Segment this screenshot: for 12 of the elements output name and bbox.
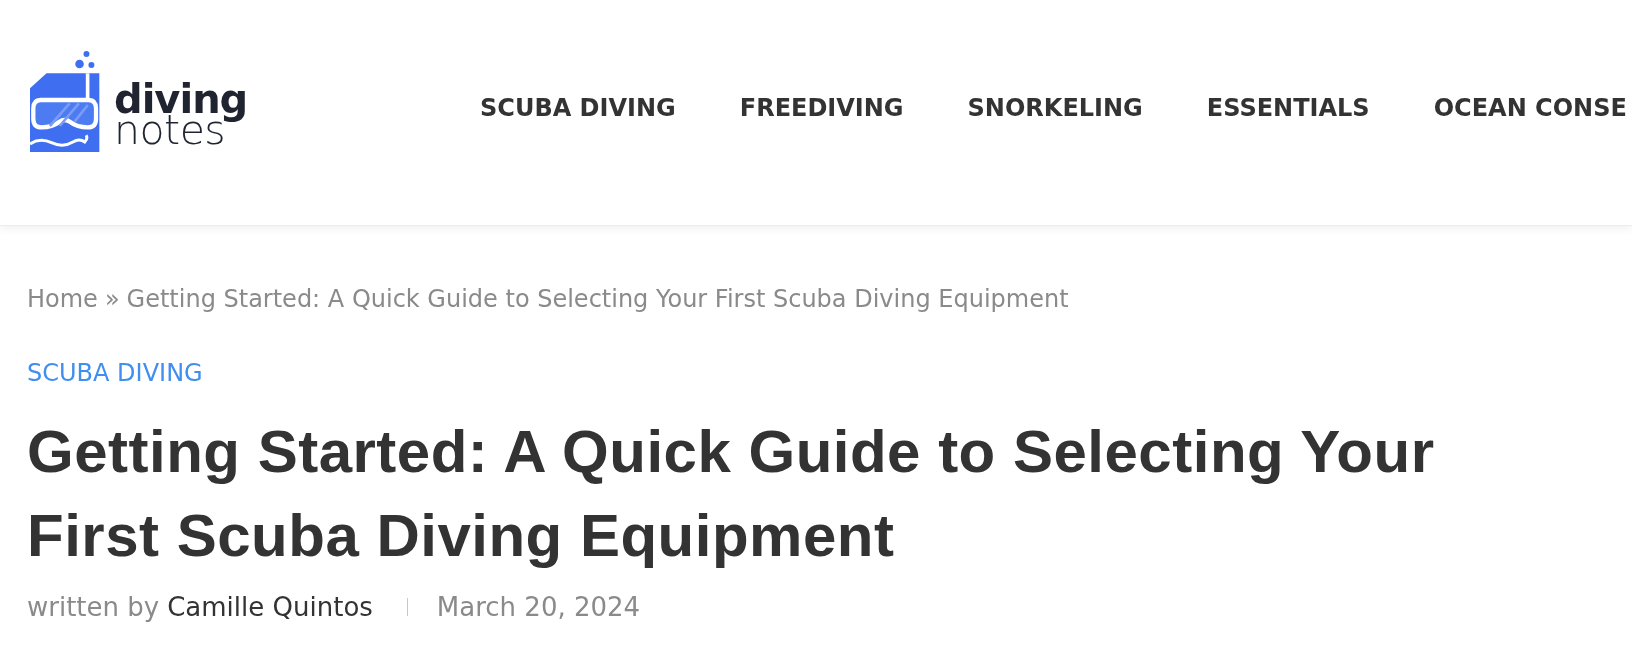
breadcrumb-current: Getting Started: A Quick Guide to Selecting Your First Scuba Diving Equipment [126,284,1069,315]
post-date: March 20, 2024 [436,590,641,624]
nav-link[interactable]: OCEAN CONSE [1433,94,1627,122]
author-link[interactable]: Camille Quintos [167,587,373,627]
byline-prefix: written by [27,590,160,624]
article-title: Getting Started: A Quick Guide to Selecting Your First Scuba Diving Equipment [27,417,1436,571]
nav-link[interactable]: FREEDIVING [739,94,904,122]
logo-icon[interactable] [30,50,100,152]
breadcrumb-separator: » [104,284,120,315]
nav-link[interactable]: ESSENTIALS [1206,94,1370,122]
nav-link[interactable]: SNORKELING [967,94,1143,122]
nav-link[interactable]: SCUBA DIVING [480,94,676,122]
